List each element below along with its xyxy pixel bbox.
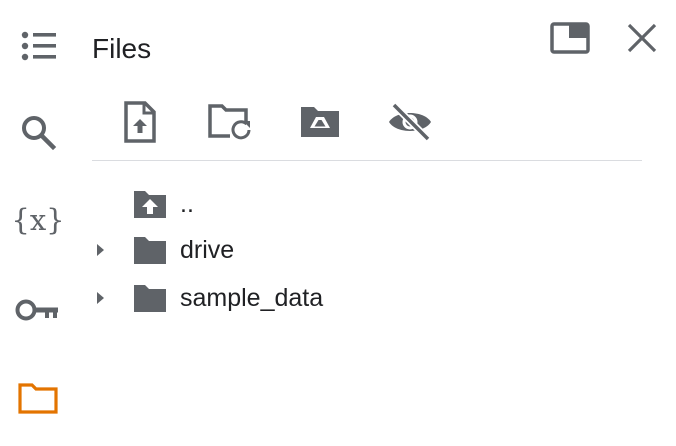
upload-file-icon xyxy=(124,101,156,143)
folder-icon xyxy=(134,285,166,312)
folder-icon xyxy=(134,237,166,264)
sidebar-item-variables[interactable]: {x} xyxy=(11,194,65,246)
sidebar-item-files[interactable] xyxy=(12,372,64,424)
file-tree-row-drive[interactable]: drive xyxy=(88,228,648,272)
table-of-contents-icon xyxy=(21,31,56,61)
file-tree-label: sample_data xyxy=(180,284,324,312)
mount-drive-icon xyxy=(301,107,339,137)
file-tree-row-parent[interactable]: .. xyxy=(88,182,648,226)
refresh-button[interactable] xyxy=(204,98,256,146)
sidebar-item-search[interactable] xyxy=(12,106,64,158)
file-tree-row-sample-data[interactable]: sample_data xyxy=(88,276,648,320)
search-icon xyxy=(22,116,57,151)
variables-icon: {x} xyxy=(11,202,65,237)
folder-upload-icon xyxy=(134,191,166,218)
sidebar-rail: {x} xyxy=(0,0,76,446)
panel-title: Files xyxy=(92,33,152,64)
key-icon xyxy=(15,299,58,321)
file-tree-label: .. xyxy=(180,190,194,218)
chevron-right-icon[interactable] xyxy=(92,242,108,258)
sidebar-item-table-of-contents[interactable] xyxy=(12,20,64,72)
hide-hidden-files-icon xyxy=(389,102,431,142)
chevron-right-icon[interactable] xyxy=(92,290,108,306)
open-in-tab-icon xyxy=(550,22,590,54)
open-in-tab-button[interactable] xyxy=(548,18,592,58)
toolbar-divider xyxy=(92,160,642,161)
mount-drive-button[interactable] xyxy=(294,98,346,146)
file-tree-label: drive xyxy=(180,236,235,264)
upload-file-button[interactable] xyxy=(114,98,166,146)
refresh-folder-icon xyxy=(208,104,251,140)
toggle-hidden-files-button[interactable] xyxy=(384,98,436,146)
close-button[interactable] xyxy=(620,18,664,58)
sidebar-item-secrets[interactable] xyxy=(12,284,64,336)
close-icon xyxy=(627,23,657,53)
folder-icon xyxy=(18,383,58,414)
